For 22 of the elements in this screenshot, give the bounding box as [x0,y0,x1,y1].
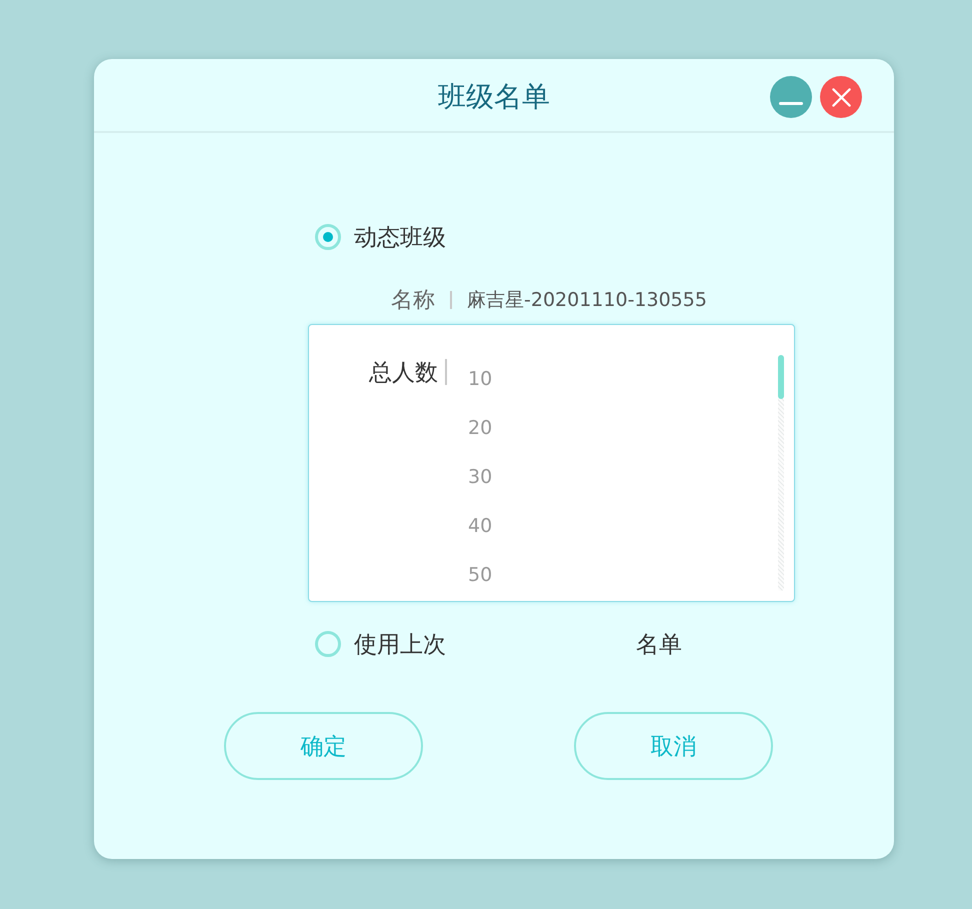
field-label: 总人数 [369,358,438,388]
list-option[interactable]: 10 [468,355,500,404]
field-label: 名称 [391,287,435,315]
scrollbar-thumb[interactable] [778,355,784,399]
list-option[interactable]: 40 [468,502,500,551]
list-option[interactable]: 30 [468,453,500,502]
radio-button[interactable] [315,631,341,657]
radio-label[interactable]: 使用上次 [354,628,446,660]
confirm-button[interactable]: 确定 [224,712,423,780]
close-icon [832,88,850,106]
radio-suffix-label: 名单 [636,630,682,660]
radio-label[interactable]: 动态班级 [354,222,446,252]
scrollbar-track[interactable] [778,355,784,591]
minimize-button[interactable] [770,76,812,118]
list-option[interactable]: 50 [468,551,500,600]
minimize-icon [779,102,803,104]
close-button[interactable] [820,76,862,118]
list-option[interactable]: 20 [468,404,500,453]
name-value: 麻吉星-20201110-130555 [467,288,707,313]
cancel-button[interactable]: 取消 [574,712,773,780]
radio-button[interactable] [315,224,341,250]
window-title: 班级名单 [438,79,550,115]
